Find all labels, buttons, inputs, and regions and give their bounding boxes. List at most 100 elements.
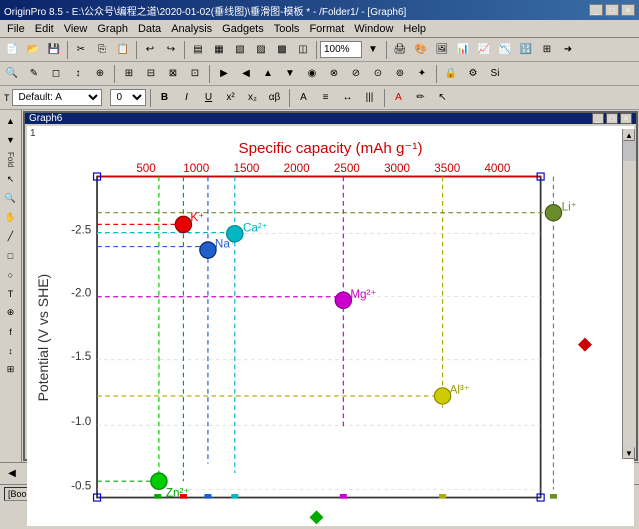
tb-img-2[interactable]: 🖼 <box>432 40 452 60</box>
tb2-4[interactable]: ↕ <box>68 64 88 84</box>
tb2-2[interactable]: ✎ <box>24 64 44 84</box>
draw-rect-tool[interactable]: □ <box>2 247 20 265</box>
pan-tool[interactable]: ✋ <box>2 209 20 227</box>
tb-btn-4[interactable]: ▨ <box>251 40 271 60</box>
tb-img-4[interactable]: 📈 <box>474 40 494 60</box>
menu-tools[interactable]: Tools <box>269 22 305 36</box>
tb2-8[interactable]: ⊠ <box>163 64 183 84</box>
draw-line-tool[interactable]: ╱ <box>2 228 20 246</box>
underline-button[interactable]: U <box>199 88 219 108</box>
tb-img-3[interactable]: 📊 <box>453 40 473 60</box>
open-button[interactable]: 📂 <box>23 40 43 60</box>
zoom-input[interactable]: 100% <box>320 41 362 58</box>
new-button[interactable]: 📄 <box>2 40 22 60</box>
graph-maximize[interactable]: □ <box>606 113 618 124</box>
tb2-22[interactable]: Si <box>485 64 505 84</box>
tb2-13[interactable]: ▼ <box>280 64 300 84</box>
menu-window[interactable]: Window <box>349 22 398 36</box>
subscript-button[interactable]: x₂ <box>243 88 263 108</box>
menu-gadgets[interactable]: Gadgets <box>217 22 269 36</box>
tb2-18[interactable]: ⊚ <box>390 64 410 84</box>
paste-button[interactable]: 📋 <box>113 40 133 60</box>
pointer-tool[interactable]: ↖ <box>2 171 20 189</box>
minimize-button[interactable]: _ <box>589 4 603 16</box>
zoom-tool[interactable]: 🔍 <box>2 190 20 208</box>
text-tool[interactable]: T <box>2 285 20 303</box>
tb2-9[interactable]: ⊡ <box>185 64 205 84</box>
cut-button[interactable]: ✂ <box>71 40 91 60</box>
align-center[interactable]: ↔ <box>338 88 358 108</box>
scroll-thumb[interactable] <box>623 141 636 161</box>
greek-button[interactable]: αβ <box>265 88 285 108</box>
tb2-1[interactable]: 🔍 <box>2 64 22 84</box>
menu-graph[interactable]: Graph <box>92 22 133 36</box>
left-arrow-down[interactable]: ▼ <box>2 131 20 149</box>
tb2-6[interactable]: ⊞ <box>119 64 139 84</box>
formula-tool[interactable]: f <box>2 323 20 341</box>
close-button[interactable]: × <box>621 4 635 16</box>
zoom-dropdown[interactable]: ▼ <box>363 40 383 60</box>
tb2-12[interactable]: ▲ <box>258 64 278 84</box>
superscript-button[interactable]: x² <box>221 88 241 108</box>
tb2-16[interactable]: ⊘ <box>346 64 366 84</box>
tb2-10[interactable]: ▶ <box>214 64 234 84</box>
font-select[interactable]: Default: A <box>12 89 102 106</box>
undo-button[interactable]: ↩ <box>140 40 160 60</box>
tb-img-5[interactable]: 📉 <box>495 40 515 60</box>
copy-button[interactable]: ⎘ <box>92 40 112 60</box>
handle-bottom[interactable] <box>309 510 323 524</box>
tb2-5[interactable]: ⊕ <box>90 64 110 84</box>
tb2-19[interactable]: ✦ <box>412 64 432 84</box>
tb-btn-6[interactable]: ◫ <box>293 40 313 60</box>
tb2-21[interactable]: ⚙ <box>463 64 483 84</box>
maximize-button[interactable]: □ <box>605 4 619 16</box>
tb-img-7[interactable]: ⊞ <box>537 40 557 60</box>
left-arrow-up[interactable]: ▲ <box>2 112 20 130</box>
tb-btn-1[interactable]: ▤ <box>188 40 208 60</box>
menu-data[interactable]: Data <box>133 22 166 36</box>
bold-button[interactable]: B <box>155 88 175 108</box>
menu-analysis[interactable]: Analysis <box>166 22 217 36</box>
draw-button[interactable]: ✏ <box>411 88 431 108</box>
menu-view[interactable]: View <box>59 22 93 36</box>
tb-img-6[interactable]: 🔢 <box>516 40 536 60</box>
tb2-11[interactable]: ◀ <box>236 64 256 84</box>
tb2-17[interactable]: ⊙ <box>368 64 388 84</box>
cursor-button[interactable]: ↖ <box>433 88 453 108</box>
tb-arrow[interactable]: ➜ <box>558 40 578 60</box>
menu-edit[interactable]: Edit <box>30 22 59 36</box>
align-left[interactable]: ≡ <box>316 88 336 108</box>
graph-content[interactable]: 1 Specific capacity (mAh g⁻¹) 500 1000 1… <box>27 126 634 526</box>
font-size-select[interactable]: 0 <box>110 89 146 106</box>
redo-button[interactable]: ↪ <box>161 40 181 60</box>
graph-close[interactable]: × <box>620 113 632 124</box>
btm-1[interactable]: ◀ <box>2 464 22 484</box>
tb2-3[interactable]: ◻ <box>46 64 66 84</box>
draw-ellipse-tool[interactable]: ○ <box>2 266 20 284</box>
tb2-15[interactable]: ⊗ <box>324 64 344 84</box>
tb-print[interactable]: 🖨 <box>390 40 410 60</box>
font-color-button[interactable]: A <box>294 88 314 108</box>
tb-btn-2[interactable]: ▦ <box>209 40 229 60</box>
highlight-button[interactable]: A <box>389 88 409 108</box>
tb-img-1[interactable]: 🎨 <box>411 40 431 60</box>
menu-file[interactable]: File <box>2 22 30 36</box>
data-selector[interactable]: ⊕ <box>2 304 20 322</box>
tb-btn-3[interactable]: ▧ <box>230 40 250 60</box>
vertical-scrollbar[interactable]: ▲ ▼ <box>622 129 636 459</box>
left-tool-extra[interactable]: ⊞ <box>2 361 20 379</box>
handle-right[interactable] <box>578 338 592 352</box>
scroll-up[interactable]: ▲ <box>623 129 635 141</box>
tb2-7[interactable]: ⊟ <box>141 64 161 84</box>
graph-minimize[interactable]: _ <box>592 113 604 124</box>
scroll-down[interactable]: ▼ <box>623 447 635 459</box>
scale-tool[interactable]: ↕ <box>2 342 20 360</box>
tb2-14[interactable]: ◉ <box>302 64 322 84</box>
italic-button[interactable]: I <box>177 88 197 108</box>
line-spacing[interactable]: ||| <box>360 88 380 108</box>
save-button[interactable]: 💾 <box>44 40 64 60</box>
tb-btn-5[interactable]: ▩ <box>272 40 292 60</box>
menu-format[interactable]: Format <box>304 22 349 36</box>
menu-help[interactable]: Help <box>398 22 431 36</box>
tb2-20[interactable]: 🔒 <box>441 64 461 84</box>
